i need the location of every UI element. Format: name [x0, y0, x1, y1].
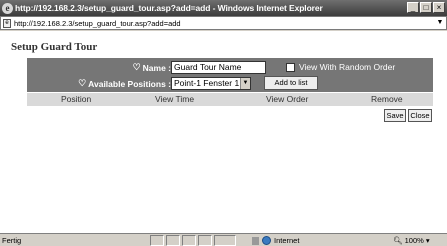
column-header-position: Position [61, 94, 92, 104]
close-window-button[interactable]: × [433, 2, 445, 13]
save-button[interactable]: Save [384, 109, 406, 122]
zoom-icon: 🔍︎ [393, 236, 403, 245]
status-text: Fertig [2, 236, 22, 245]
form-panel: ♡ Name : Guard Tour Name View With Rando… [27, 58, 433, 92]
security-zone[interactable]: Internet [252, 235, 299, 246]
window-controls: _ □ × [407, 2, 445, 13]
globe-icon [262, 236, 271, 245]
zoom-level: 100% [404, 236, 424, 245]
minimize-button[interactable]: _ [407, 2, 419, 13]
positions-select[interactable]: Point-1 Fenster 1 ▼ [171, 77, 251, 90]
zoom-control[interactable]: 🔍︎ 100% ▾ [393, 235, 430, 246]
address-bar[interactable]: e http://192.168.2.3/setup_guard_tour.as… [0, 16, 447, 30]
protected-mode-icon [252, 236, 259, 245]
column-header-view-order: View Order [266, 94, 309, 104]
status-cell [166, 235, 180, 246]
status-cell [182, 235, 196, 246]
name-row: ♡ Name : Guard Tour Name View With Rando… [27, 60, 433, 75]
status-cell [198, 235, 212, 246]
table-header: Position View Time View Order Remove [27, 93, 433, 106]
positions-row: ♡ Available Positions : Point-1 Fenster … [27, 76, 433, 91]
positions-selected: Point-1 Fenster 1 [174, 78, 240, 88]
column-header-view-time: View Time [155, 94, 195, 104]
status-cell [150, 235, 164, 246]
chevron-down-icon[interactable]: ▼ [435, 18, 445, 28]
name-label-text: Name : [142, 62, 171, 73]
status-bar: Fertig Internet 🔍︎ 100% ▾ [0, 233, 447, 246]
status-cell [214, 235, 236, 246]
random-order-checkbox[interactable] [286, 63, 295, 72]
page-content: Setup Guard Tour ♡ Name : Guard Tour Nam… [0, 31, 447, 233]
heart-icon: ♡ [78, 78, 87, 88]
chevron-down-icon[interactable]: ▾ [426, 236, 430, 245]
name-label: ♡ Name : [133, 62, 171, 73]
address-url[interactable]: http://192.168.2.3/setup_guard_tour.asp?… [14, 19, 181, 28]
positions-label: ♡ Available Positions : [78, 78, 171, 89]
window-title: http://192.168.2.3/setup_guard_tour.asp?… [15, 3, 323, 13]
positions-label-text: Available Positions : [88, 78, 171, 89]
page-title: Setup Guard Tour [11, 41, 98, 53]
window-titlebar: e http://192.168.2.3/setup_guard_tour.as… [0, 0, 447, 16]
maximize-button[interactable]: □ [420, 2, 432, 13]
add-to-list-button[interactable]: Add to list [264, 76, 318, 90]
name-input[interactable]: Guard Tour Name [171, 61, 266, 74]
ie-icon: e [2, 2, 13, 14]
close-button[interactable]: Close [408, 109, 432, 122]
zone-label: Internet [274, 235, 300, 245]
chevron-down-icon[interactable]: ▼ [240, 78, 250, 89]
page-icon: e [3, 18, 11, 28]
column-header-remove: Remove [371, 94, 403, 104]
random-order-label: View With Random Order [299, 62, 396, 72]
heart-icon: ♡ [132, 62, 141, 72]
